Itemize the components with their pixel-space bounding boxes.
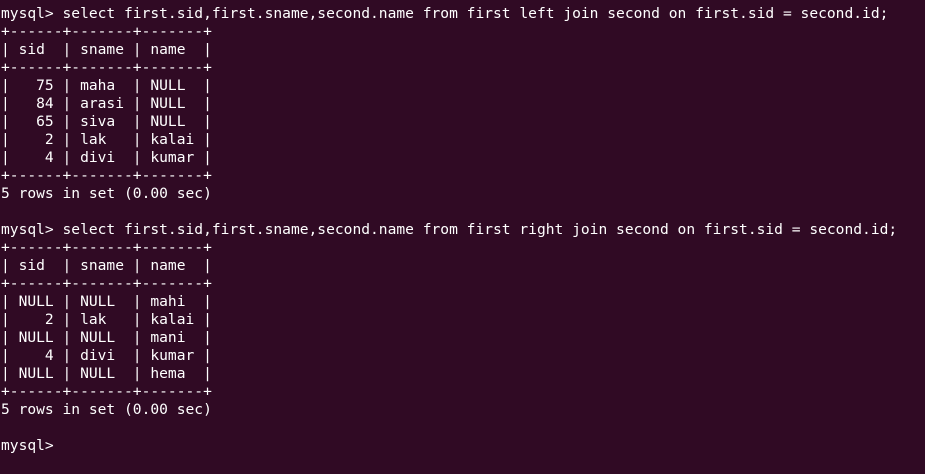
table-border: +------+-------+-------+ xyxy=(1,167,212,184)
terminal-window[interactable]: +------+-------+-------+ mysql> select f… xyxy=(0,0,925,474)
table-row: | 2 | lak | kalai | xyxy=(1,131,212,148)
table-row: | NULL | NULL | hema | xyxy=(1,365,212,382)
table-row: | NULL | NULL | mani | xyxy=(1,329,212,346)
result-summary: 5 rows in set (0.00 sec) xyxy=(1,401,212,418)
table-header: | sid | sname | name | xyxy=(1,257,212,274)
table-row: | 65 | siva | NULL | xyxy=(1,113,212,130)
query-right-join: mysql> select first.sid,first.sname,seco… xyxy=(1,221,898,238)
table-row: | 4 | divi | kumar | xyxy=(1,149,212,166)
prompt-text: mysql> xyxy=(1,437,63,454)
table-border: +------+-------+-------+ xyxy=(1,239,212,256)
table-row: | 84 | arasi | NULL | xyxy=(1,95,212,112)
table-row: | NULL | NULL | mahi | xyxy=(1,293,212,310)
table-header: | sid | sname | name | xyxy=(1,41,212,58)
table-border: +------+-------+-------+ xyxy=(1,275,212,292)
table-row: | 75 | maha | NULL | xyxy=(1,77,212,94)
table-row: | 2 | lak | kalai | xyxy=(1,311,212,328)
result-summary: 5 rows in set (0.00 sec) xyxy=(1,185,212,202)
terminal-output: +------+-------+-------+ mysql> select f… xyxy=(1,0,925,455)
table-border: +------+-------+-------+ xyxy=(1,59,212,76)
table-border: +------+-------+-------+ xyxy=(1,383,212,400)
cursor xyxy=(63,437,71,453)
mysql-prompt[interactable]: mysql> xyxy=(1,437,925,455)
table-row: | 4 | divi | kumar | xyxy=(1,347,212,364)
table-border: +------+-------+-------+ xyxy=(1,23,212,40)
query-left-join: mysql> select first.sid,first.sname,seco… xyxy=(1,5,889,22)
